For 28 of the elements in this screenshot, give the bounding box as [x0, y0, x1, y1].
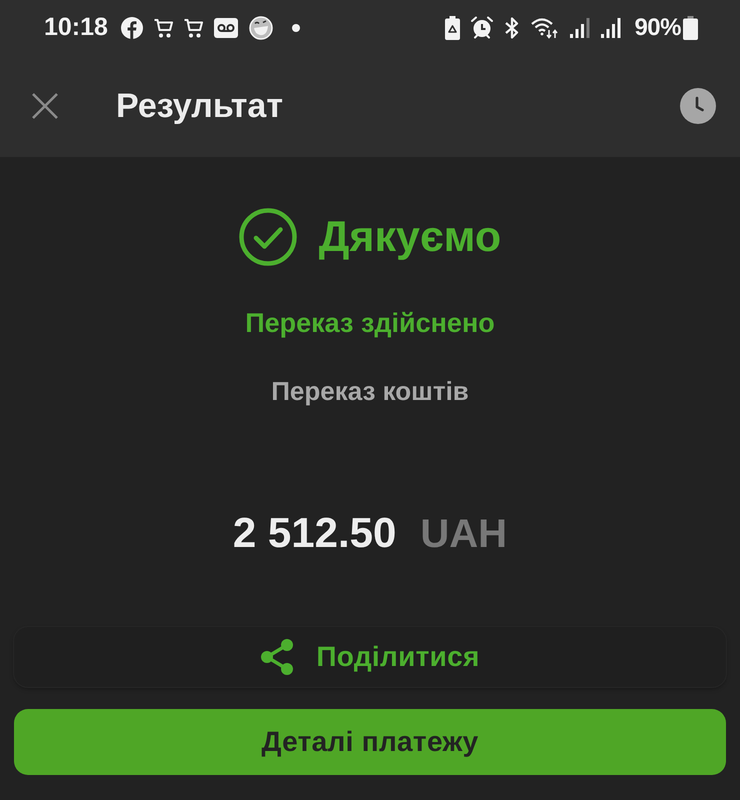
bluetooth-icon — [504, 16, 520, 38]
wifi-icon — [531, 16, 560, 39]
status-time: 10:18 — [44, 13, 108, 42]
status-text: Переказ здійснено — [245, 308, 495, 338]
share-icon — [260, 638, 294, 676]
close-icon — [32, 93, 58, 119]
thank-you-heading: Дякуємо — [318, 212, 502, 262]
voicemail-icon — [214, 18, 238, 38]
clock-icon — [680, 88, 716, 124]
share-button[interactable]: Поділитися — [14, 627, 726, 687]
signal-icon — [570, 16, 590, 38]
close-button[interactable] — [32, 93, 58, 119]
check-circle-icon — [238, 208, 297, 266]
operation-label: Переказ коштів — [271, 376, 469, 406]
payment-details-button[interactable]: Деталі платежу — [14, 709, 726, 775]
circle-f-icon — [120, 16, 143, 38]
history-button[interactable] — [680, 88, 716, 124]
cart-icon — [154, 18, 173, 38]
cart-icon — [184, 18, 203, 38]
battery-percent: 90% — [634, 14, 681, 42]
amount-value: 2 512.50 — [232, 509, 396, 557]
signal-icon — [601, 16, 622, 38]
currency-label: UAH — [420, 511, 508, 558]
alarm-icon — [471, 16, 494, 39]
battery-icon — [683, 16, 698, 40]
laughing-face-icon — [248, 16, 273, 40]
notification-dot-icon — [292, 24, 300, 32]
screen-title: Результат — [116, 86, 284, 126]
